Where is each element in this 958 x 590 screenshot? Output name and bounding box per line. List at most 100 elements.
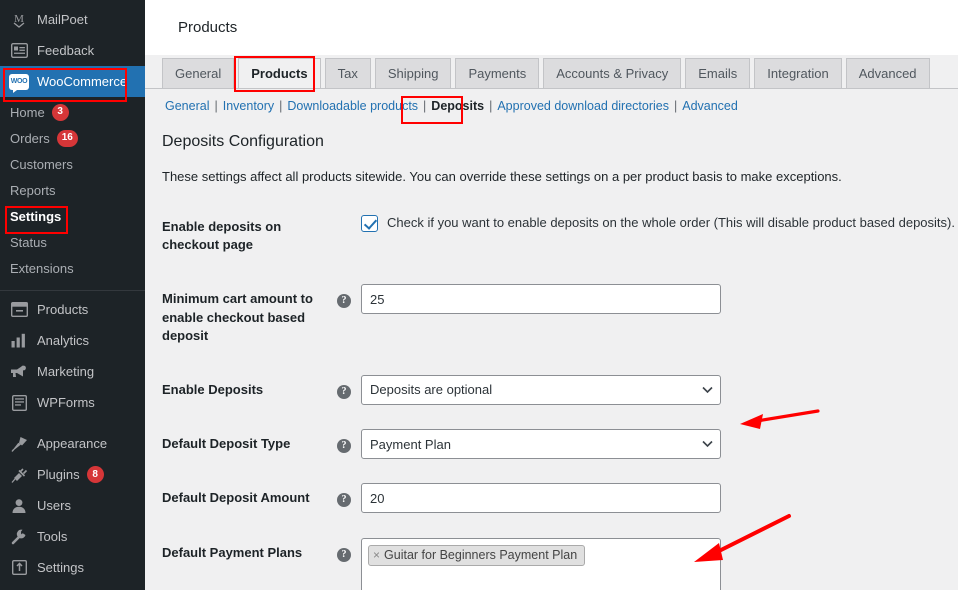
- submenu-label: Extensions: [10, 260, 74, 276]
- plugins-count-badge: 8: [86, 466, 104, 483]
- sidebar-item-products[interactable]: Products: [0, 294, 145, 325]
- table-row: Default Payment Plans ? × Guitar for Beg…: [162, 526, 958, 590]
- settings-subnav: General | Inventory | Downloadable produ…: [145, 89, 958, 119]
- sidebar-submenu-item-home[interactable]: Home 3: [0, 99, 145, 125]
- default-payment-plans-multiselect[interactable]: × Guitar for Beginners Payment Plan: [361, 537, 721, 590]
- sidebar-item-analytics[interactable]: Analytics: [0, 325, 145, 356]
- field-cell: × Guitar for Beginners Payment Plan: [361, 526, 958, 590]
- sidebar-item-label: Users: [37, 498, 71, 513]
- sidebar-item-appearance[interactable]: Appearance: [0, 428, 145, 459]
- subnav-item-downloadable-products[interactable]: Downloadable products: [284, 99, 421, 113]
- sidebar-submenu-item-customers[interactable]: Customers: [0, 151, 145, 177]
- tab-emails[interactable]: Emails: [685, 58, 751, 88]
- appearance-icon: [9, 434, 29, 454]
- sidebar-item-label: MailPoet: [37, 12, 88, 27]
- submenu-label: Orders: [10, 130, 50, 146]
- tab-products[interactable]: Products: [238, 58, 321, 88]
- tools-icon: [9, 527, 29, 547]
- subnav-item-inventory[interactable]: Inventory: [220, 99, 277, 113]
- default-deposit-amount-input[interactable]: [361, 483, 721, 514]
- sidebar-item-label: Feedback: [37, 43, 95, 58]
- payment-plan-token[interactable]: × Guitar for Beginners Payment Plan: [368, 544, 586, 567]
- settings-tab-bar: General Products Tax Shipping Payments A…: [145, 55, 958, 89]
- tab-shipping[interactable]: Shipping: [374, 58, 452, 88]
- help-cell: ?: [337, 471, 361, 525]
- deposits-settings-table: Enable deposits on checkout page Check i…: [162, 200, 958, 590]
- help-icon[interactable]: ?: [337, 547, 351, 562]
- sidebar-submenu-item-orders[interactable]: Orders 16: [0, 125, 145, 151]
- tab-tax[interactable]: Tax: [324, 58, 371, 88]
- subnav-separator: |: [423, 99, 427, 113]
- sidebar-submenu-item-status[interactable]: Status: [0, 229, 145, 255]
- sidebar-item-wpforms[interactable]: WPForms: [0, 387, 145, 418]
- field-cell: [361, 471, 958, 525]
- sidebar-item-label: WooCommerce: [37, 74, 128, 89]
- subnav-separator: |: [279, 99, 283, 113]
- tab-integration[interactable]: Integration: [754, 58, 842, 88]
- tab-general[interactable]: General: [162, 58, 235, 88]
- sidebar-divider: [0, 290, 145, 291]
- deposits-settings-body: Deposits Configuration These settings af…: [145, 119, 958, 590]
- plugins-icon: [9, 465, 29, 485]
- enable-deposits-checkout-checkbox[interactable]: [361, 215, 378, 232]
- sidebar-item-tools[interactable]: Tools: [0, 521, 145, 552]
- woocommerce-icon: WOO: [9, 72, 29, 93]
- default-deposit-type-select[interactable]: Payment Plan: [361, 429, 721, 460]
- orders-count-badge: 16: [56, 129, 78, 147]
- table-row: Default Deposit Amount ?: [162, 471, 958, 525]
- sidebar-submenu-item-reports[interactable]: Reports: [0, 177, 145, 203]
- tab-accounts-privacy[interactable]: Accounts & Privacy: [543, 58, 682, 88]
- tab-payments[interactable]: Payments: [455, 58, 540, 88]
- sidebar-item-label: Products: [37, 302, 89, 317]
- submenu-label: Reports: [10, 182, 56, 198]
- home-count-badge: 3: [51, 103, 69, 121]
- feedback-icon: [9, 41, 29, 61]
- subnav-item-deposits[interactable]: Deposits: [428, 99, 487, 113]
- table-row: Enable Deposits ? Deposits are optional: [162, 363, 958, 417]
- help-icon[interactable]: ?: [337, 493, 351, 508]
- help-icon[interactable]: ?: [337, 439, 351, 454]
- sidebar-item-label: Settings: [37, 560, 84, 575]
- table-row: Default Deposit Type ? Payment Plan: [162, 417, 958, 471]
- sidebar-item-mailpoet[interactable]: M MailPoet: [0, 4, 145, 35]
- help-icon[interactable]: ?: [337, 294, 351, 309]
- subnav-item-advanced[interactable]: Advanced: [679, 99, 741, 113]
- sidebar-item-plugins[interactable]: Plugins 8: [0, 459, 145, 490]
- field-label-default-payment-plans: Default Payment Plans: [162, 544, 303, 560]
- help-cell: ?: [337, 417, 361, 471]
- field-label-minimum-cart-amount: Minimum cart amount to enable checkout b…: [162, 291, 313, 343]
- help-cell: ?: [337, 526, 361, 590]
- table-row: Minimum cart amount to enable checkout b…: [162, 272, 958, 363]
- sidebar-item-label: Tools: [37, 529, 68, 544]
- section-title: Deposits Configuration: [162, 133, 324, 150]
- sidebar-item-settings[interactable]: Settings: [0, 552, 145, 583]
- wpforms-icon: [9, 393, 29, 413]
- submenu-label: Settings: [10, 208, 62, 224]
- enable-deposits-select[interactable]: Deposits are optional: [361, 374, 721, 405]
- remove-token-icon[interactable]: ×: [373, 548, 380, 562]
- help-cell-empty: [337, 200, 361, 272]
- help-cell: ?: [337, 363, 361, 417]
- sidebar-item-marketing[interactable]: Marketing: [0, 356, 145, 387]
- enable-deposits-select-wrap: Deposits are optional: [361, 374, 721, 405]
- sidebar-item-label: Analytics: [37, 333, 90, 348]
- admin-sidebar: M MailPoet Feedback WOO WooCommerce Home…: [0, 0, 145, 590]
- minimum-cart-amount-input[interactable]: [361, 284, 721, 315]
- tab-advanced[interactable]: Advanced: [845, 58, 930, 88]
- field-cell: Deposits are optional: [361, 363, 958, 417]
- subnav-item-approved-download-directories[interactable]: Approved download directories: [494, 99, 672, 113]
- settings-icon: [9, 558, 29, 578]
- sidebar-submenu-item-extensions[interactable]: Extensions: [0, 255, 145, 281]
- sidebar-item-partial-bottom[interactable]: [0, 583, 145, 590]
- sidebar-item-users[interactable]: Users: [0, 490, 145, 521]
- sidebar-item-label: WPForms: [37, 395, 95, 410]
- sidebar-submenu-item-settings[interactable]: Settings: [0, 203, 145, 229]
- help-icon[interactable]: ?: [337, 384, 351, 399]
- field-cell: [361, 272, 958, 363]
- submenu-label: Status: [10, 234, 47, 250]
- help-cell: ?: [337, 272, 361, 363]
- subnav-item-general[interactable]: General: [162, 99, 212, 113]
- sidebar-item-woocommerce[interactable]: WOO WooCommerce: [0, 66, 145, 97]
- default-deposit-type-select-wrap: Payment Plan: [361, 429, 721, 460]
- sidebar-item-feedback[interactable]: Feedback: [0, 35, 145, 66]
